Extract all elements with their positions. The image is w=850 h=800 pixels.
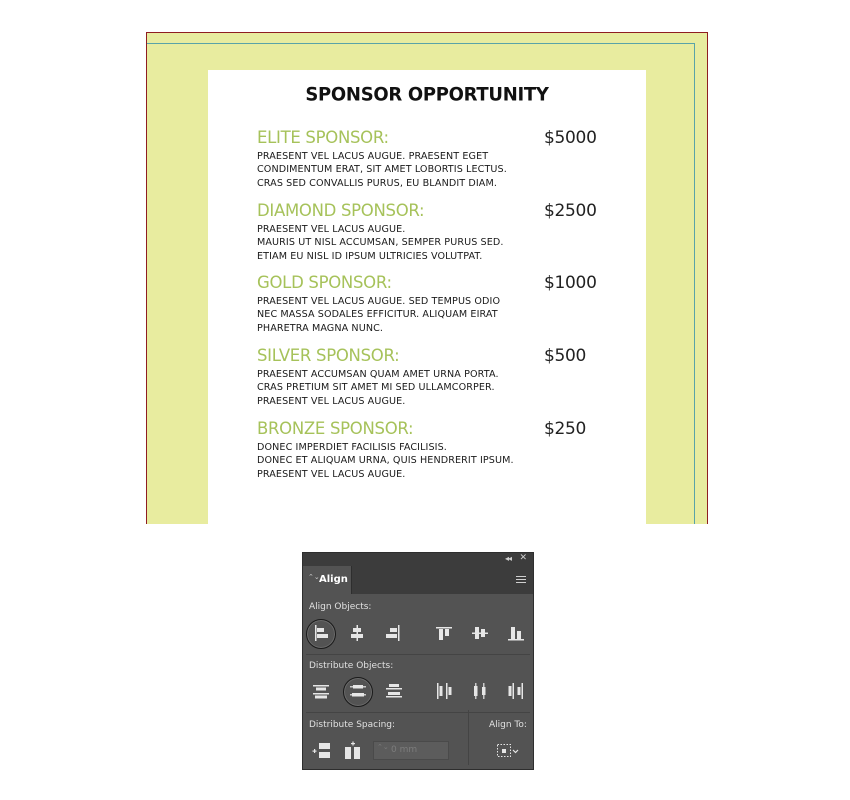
tier-name: DIAMOND SPONSOR: <box>257 201 425 220</box>
tier-name: SILVER SPONSOR: <box>257 346 400 365</box>
description-line: PRAESENT VEL LACUS AUGUE. PRAESENT EGET <box>257 151 489 162</box>
tier-price: $500 <box>544 346 587 366</box>
horizontal-align-left-button[interactable] <box>308 620 334 646</box>
horizontal-distribute-space-button[interactable] <box>340 738 366 764</box>
panel-titlebar[interactable]: ◂◂ ✕ <box>303 553 533 566</box>
content-frame[interactable]: SPONSOR OPPORTUNITY ELITE SPONSOR: $5000… <box>208 70 646 525</box>
vertical-distribute-center-icon <box>350 685 366 697</box>
vertical-distribute-space-button[interactable] <box>308 738 334 764</box>
horizontal-distribute-right-button[interactable] <box>503 678 529 704</box>
tier-description: PRAESENT VEL LACUS AUGUE. PRAESENT EGET … <box>257 150 507 190</box>
description-line: PRAESENT ACCUMSAN QUAM AMET URNA PORTA. <box>257 369 499 380</box>
horizontal-align-left-icon <box>315 625 328 641</box>
vertical-align-center-button[interactable] <box>467 620 493 646</box>
description-line: PRAESENT VEL LACUS AUGUE. <box>257 224 406 235</box>
horizontal-align-right-button[interactable] <box>380 620 406 646</box>
align-to-dropdown[interactable] <box>493 738 519 764</box>
panel-menu-icon[interactable] <box>516 576 526 584</box>
tab-align[interactable]: ⌃⌄ Align <box>303 566 352 594</box>
description-line: DONEC IMPERDIET FACILISIS FACILISIS. <box>257 442 447 453</box>
panel-tab-strip: ⌃⌄ Align <box>303 566 533 594</box>
description-line: DONEC ET ALIQUAM URNA, QUIS HENDRERIT IP… <box>257 455 514 467</box>
description-line: NEC MASSA SODALES EFFICITUR. ALIQUAM EIR… <box>257 309 498 321</box>
align-panel: ◂◂ ✕ ⌃⌄ Align Align Objects: Distribute … <box>302 552 534 770</box>
description-line: CRAS SED CONVALLIS PURUS, EU BLANDIT DIA… <box>257 177 498 189</box>
horizontal-distribute-right-icon <box>508 683 523 699</box>
description-line: PRAESENT VEL LACUS AUGUE. <box>257 468 406 480</box>
section-separator <box>306 712 530 713</box>
artboard: SPONSOR OPPORTUNITY ELITE SPONSOR: $5000… <box>146 32 708 525</box>
distribute-spacing-label: Distribute Spacing: <box>309 720 396 730</box>
align-objects-label: Align Objects: <box>309 602 372 612</box>
description-line: PHARETRA MAGNA NUNC. <box>257 322 384 334</box>
horizontal-align-center-icon <box>351 625 363 641</box>
distribute-objects-label: Distribute Objects: <box>309 661 394 671</box>
tier-price: $250 <box>544 419 587 439</box>
spacing-value: 0 mm <box>391 745 418 755</box>
description-line: PRAESENT VEL LACUS AUGUE. SED TEMPUS ODI… <box>257 296 501 307</box>
tier-description: PRAESENT VEL LACUS AUGUE. SED TEMPUS ODI… <box>257 295 500 335</box>
horizontal-align-right-icon <box>386 625 400 641</box>
description-line: MAURIS UT NISL ACCUMSAN, SEMPER PURUS SE… <box>257 237 504 249</box>
tier-name: GOLD SPONSOR: <box>257 273 392 292</box>
vertical-distribute-space-icon <box>312 743 330 758</box>
tier-name: BRONZE SPONSOR: <box>257 419 414 438</box>
horizontal-distribute-center-button[interactable] <box>467 678 493 704</box>
vertical-align-bottom-button[interactable] <box>503 620 529 646</box>
collapse-panel-icon[interactable]: ◂◂ <box>505 554 512 563</box>
vertical-distribute-center-button[interactable] <box>345 678 371 704</box>
vertical-distribute-top-icon <box>313 685 329 699</box>
tier-description: PRAESENT VEL LACUS AUGUE. MAURIS UT NISL… <box>257 223 504 263</box>
description-line: PRAESENT VEL LACUS AUGUE. <box>257 395 406 407</box>
vertical-distribute-bottom-icon <box>386 684 402 698</box>
tier-price: $2500 <box>544 201 597 221</box>
vertical-distribute-top-button[interactable] <box>308 678 334 704</box>
spacing-stepper-icon[interactable]: ⌃⌄ <box>377 744 389 751</box>
vertical-align-center-icon <box>472 627 488 639</box>
close-icon[interactable]: ✕ <box>519 553 527 563</box>
horizontal-distribute-left-button[interactable] <box>431 678 457 704</box>
description-line: CONDIMENTUM ERAT, SIT AMET LOBORTIS LECT… <box>257 164 507 176</box>
tier-description: PRAESENT ACCUMSAN QUAM AMET URNA PORTA. … <box>257 368 499 408</box>
margin-guide-horizontal <box>147 43 695 44</box>
tier-name: ELITE SPONSOR: <box>257 128 389 147</box>
spacing-value-field[interactable]: ⌃⌄ 0 mm <box>373 741 449 760</box>
horizontal-distribute-left-icon <box>437 683 452 699</box>
align-to-selection-icon <box>497 744 519 757</box>
page-title[interactable]: SPONSOR OPPORTUNITY <box>208 83 646 105</box>
horizontal-distribute-space-icon <box>345 741 360 759</box>
horizontal-distribute-center-icon <box>474 683 486 699</box>
section-separator <box>306 654 530 655</box>
align-to-label: Align To: <box>489 720 527 730</box>
horizontal-align-center-button[interactable] <box>344 620 370 646</box>
column-divider <box>468 710 469 765</box>
vertical-align-top-icon <box>436 627 452 640</box>
tier-price: $5000 <box>544 128 597 148</box>
tier-price: $1000 <box>544 273 597 293</box>
tier-description: DONEC IMPERDIET FACILISIS FACILISIS. DON… <box>257 441 514 481</box>
vertical-align-bottom-icon <box>508 627 524 641</box>
tab-label: Align <box>319 574 348 585</box>
tab-expand-arrows-icon: ⌃⌄ <box>308 573 320 581</box>
margin-guide-vertical <box>694 43 695 524</box>
description-line: CRAS PRETIUM SIT AMET MI SED ULLAMCORPER… <box>257 382 495 394</box>
vertical-align-top-button[interactable] <box>431 620 457 646</box>
description-line: ETIAM EU NISL ID IPSUM ULTRICIES VOLUTPA… <box>257 250 483 262</box>
vertical-distribute-bottom-button[interactable] <box>381 678 407 704</box>
